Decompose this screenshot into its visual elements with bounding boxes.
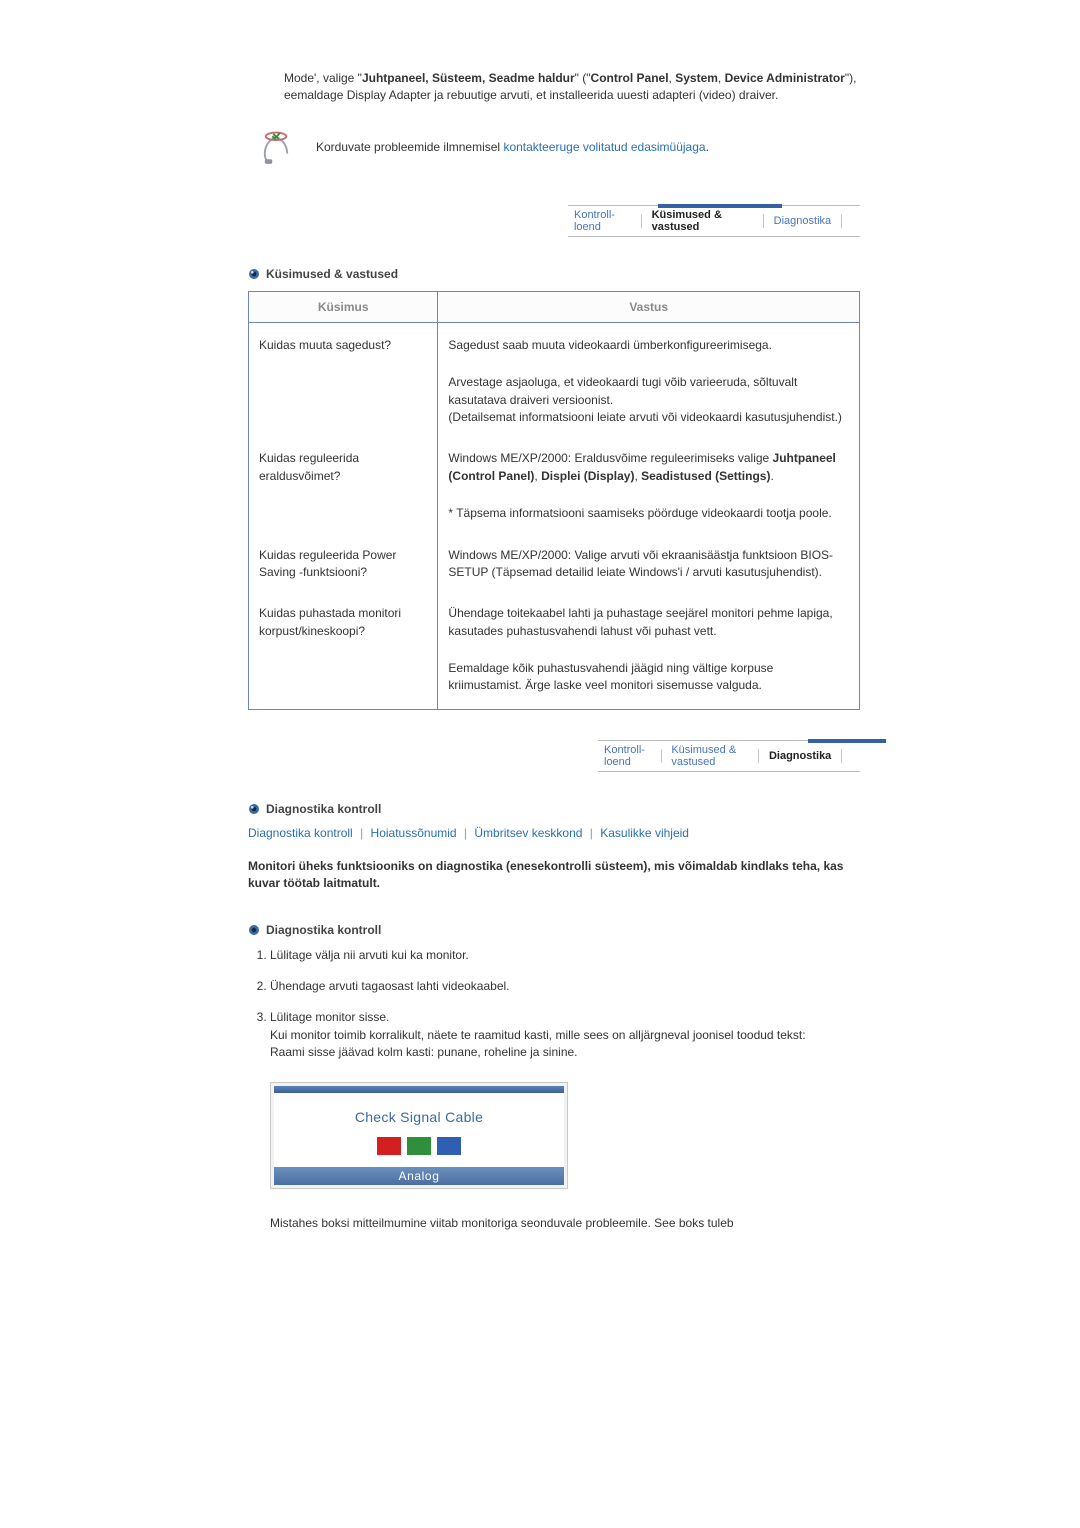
tab-bar-qna: Kontroll-loend Küsimused & vastused Diag… bbox=[568, 205, 860, 237]
sublink-umbritsev-keskkond[interactable]: Ümbritsev keskkond bbox=[474, 826, 582, 840]
qa-answer: Arvestage asjaoluga, et videokaardi tugi… bbox=[438, 364, 860, 436]
list-item: Ühendage arvuti tagaosast lahti videokaa… bbox=[270, 978, 860, 995]
contact-row: Korduvate probleemide ilmnemisel kontakt… bbox=[248, 131, 860, 165]
qa-answer: * Täpsema informatsiooni saamiseks pöörd… bbox=[438, 495, 860, 532]
tab-separator bbox=[758, 749, 759, 763]
diag-intro-strong: Monitori üheks funktsiooniks on diagnost… bbox=[248, 858, 860, 893]
contact-dealer-link[interactable]: kontakteeruge volitatud edasimüüjaga bbox=[503, 140, 705, 154]
section-title-qna: Küsimused & vastused bbox=[266, 267, 398, 281]
tab-kontroll-loend[interactable]: Kontroll-loend bbox=[598, 744, 657, 768]
rgb-swatches bbox=[274, 1137, 564, 1155]
tab-kusimused-vastused[interactable]: Küsimused & vastused bbox=[665, 744, 754, 768]
section-bullet-icon bbox=[248, 803, 260, 815]
section-bullet-icon bbox=[248, 268, 260, 280]
diag-subheading: Diagnostika kontroll bbox=[248, 923, 860, 937]
check-signal-dialog: Check Signal Cable Analog bbox=[270, 1082, 568, 1189]
list-item: Lülitage monitor sisse. Kui monitor toim… bbox=[270, 1009, 860, 1061]
dialog-footer: Analog bbox=[274, 1167, 564, 1185]
swatch-red bbox=[377, 1137, 401, 1155]
qa-question: Kuidas puhastada monitori korpust/kinesk… bbox=[249, 591, 438, 709]
tab-bar-diag: Kontroll-loend Küsimused & vastused Diag… bbox=[598, 740, 860, 772]
tab-kusimused-vastused[interactable]: Küsimused & vastused bbox=[646, 209, 759, 233]
qa-col-header-question: Küsimus bbox=[249, 291, 438, 322]
qa-answer: Windows ME/XP/2000: Eraldusvõime regulee… bbox=[438, 436, 860, 495]
tab-diagnostika[interactable]: Diagnostika bbox=[768, 215, 837, 227]
tab-diagnostika[interactable]: Diagnostika bbox=[763, 750, 837, 762]
qa-answer: Ühendage toitekaabel lahti ja puhastage … bbox=[438, 591, 860, 650]
diag-steps-list: Lülitage välja nii arvuti kui ka monitor… bbox=[270, 947, 860, 1062]
qa-col-header-answer: Vastus bbox=[438, 291, 860, 322]
sublink-hoiatussonumid[interactable]: Hoiatussõnumid bbox=[371, 826, 457, 840]
qa-question: Kuidas reguleerida Power Saving -funktsi… bbox=[249, 533, 438, 592]
section-head-qna: Küsimused & vastused bbox=[248, 267, 860, 281]
tab-separator bbox=[641, 214, 642, 228]
qa-answer: Eemaldage kõik puhastusvahendi jäägid ni… bbox=[438, 650, 860, 709]
table-row: Kuidas reguleerida eraldusvõimet? Window… bbox=[249, 436, 860, 495]
swatch-green bbox=[407, 1137, 431, 1155]
link-separator: | bbox=[464, 826, 467, 840]
tab-indicator bbox=[658, 204, 782, 208]
tab-separator bbox=[763, 214, 764, 228]
sublink-diagnostika-kontroll[interactable]: Diagnostika kontroll bbox=[248, 826, 353, 840]
intro-paragraph: Mode', valige "Juhtpaneel, Süsteem, Sead… bbox=[284, 70, 860, 105]
link-separator: | bbox=[360, 826, 363, 840]
tab-indicator bbox=[808, 739, 886, 743]
contact-text: Korduvate probleemide ilmnemisel kontakt… bbox=[316, 139, 709, 156]
diag-subheading-title: Diagnostika kontroll bbox=[266, 923, 381, 937]
tail-paragraph: Mistahes boksi mitteilmumine viitab moni… bbox=[270, 1215, 860, 1232]
tab-kontroll-loend[interactable]: Kontroll-loend bbox=[568, 209, 637, 233]
tab-separator bbox=[841, 214, 842, 228]
list-item: Lülitage välja nii arvuti kui ka monitor… bbox=[270, 947, 860, 964]
dialog-message: Check Signal Cable bbox=[274, 1109, 564, 1125]
qa-answer: Windows ME/XP/2000: Valige arvuti või ek… bbox=[438, 533, 860, 592]
qa-table: Küsimus Vastus Kuidas muuta sagedust? Sa… bbox=[248, 291, 860, 710]
table-row: Kuidas reguleerida Power Saving -funktsi… bbox=[249, 533, 860, 592]
table-row: Kuidas muuta sagedust? Sagedust saab muu… bbox=[249, 322, 860, 364]
tab-separator bbox=[661, 749, 662, 763]
table-row: Kuidas puhastada monitori korpust/kinesk… bbox=[249, 591, 860, 650]
swatch-blue bbox=[437, 1137, 461, 1155]
qa-question: Kuidas reguleerida eraldusvõimet? bbox=[249, 436, 438, 532]
section-bullet-icon bbox=[248, 924, 260, 936]
dialog-titlebar bbox=[274, 1086, 564, 1093]
sublink-kasulikke-vihjeid[interactable]: Kasulikke vihjeid bbox=[600, 826, 689, 840]
phone-headset-icon bbox=[262, 131, 290, 165]
qa-answer: Sagedust saab muuta videokaardi ümberkon… bbox=[438, 322, 860, 364]
section-head-diag: Diagnostika kontroll bbox=[248, 802, 860, 816]
sublinks-row: Diagnostika kontroll | Hoiatussõnumid | … bbox=[248, 826, 860, 840]
qa-question: Kuidas muuta sagedust? bbox=[249, 322, 438, 436]
tab-separator bbox=[841, 749, 842, 763]
section-title-diag: Diagnostika kontroll bbox=[266, 802, 381, 816]
link-separator: | bbox=[590, 826, 593, 840]
